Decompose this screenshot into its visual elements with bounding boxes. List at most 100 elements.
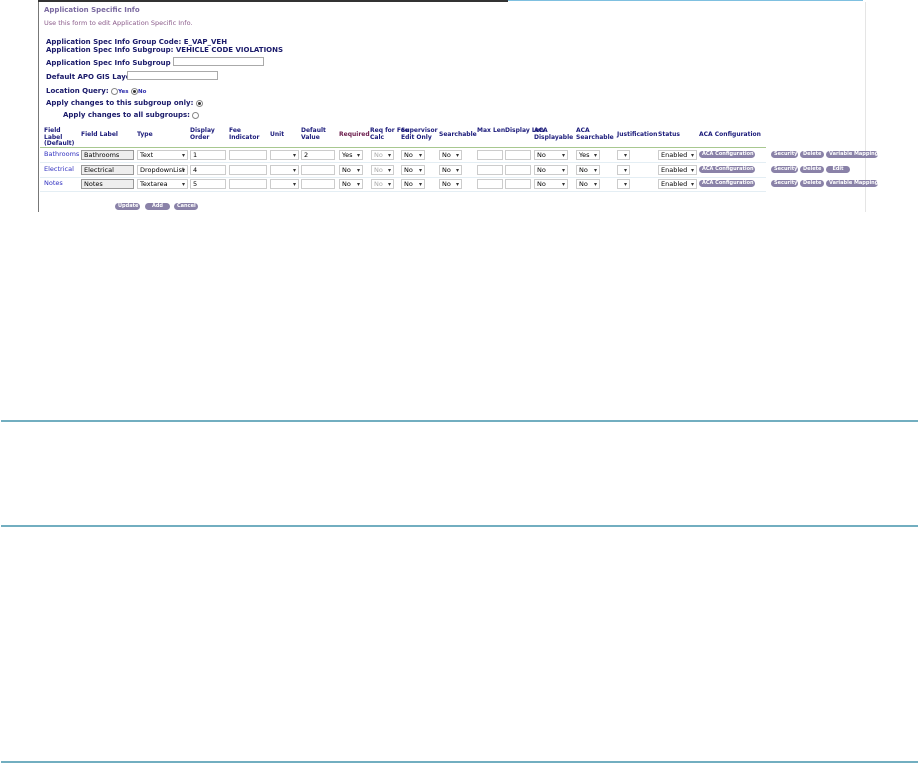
aca-displayable-select[interactable]: No: [534, 179, 568, 189]
type-select[interactable]: Textarea: [137, 179, 188, 189]
fee-indicator-input[interactable]: [229, 164, 267, 175]
apply-all-subgroups: Apply changes to all subgroups:: [63, 111, 200, 119]
group-code-value: E_VAP_VEH: [183, 38, 228, 46]
aca-configuration-button[interactable]: ACA Configuration: [699, 180, 755, 187]
field-default-label-link[interactable]: Bathrooms: [44, 150, 80, 160]
aca-configuration-button[interactable]: ACA Configuration: [699, 151, 755, 158]
field-default-label-link[interactable]: Electrical: [44, 165, 80, 175]
column-header: Searchable: [439, 131, 477, 138]
justification-select[interactable]: [617, 179, 630, 189]
searchable-select[interactable]: No: [439, 164, 462, 175]
field-label-input[interactable]: Electrical: [81, 164, 134, 175]
column-header: Type: [137, 131, 153, 138]
unit-select[interactable]: [270, 150, 299, 160]
default-value-input[interactable]: [301, 164, 335, 175]
gis-layer-input[interactable]: [127, 71, 218, 80]
field-label-input[interactable]: Notes: [81, 179, 134, 189]
required-select[interactable]: Yes: [339, 150, 363, 160]
header-divider: [40, 147, 766, 148]
required-select[interactable]: No: [339, 164, 363, 175]
divider: [1, 525, 918, 527]
unit-select[interactable]: [270, 164, 299, 175]
searchable-select[interactable]: No: [439, 150, 462, 160]
justification-select[interactable]: [617, 164, 630, 175]
display-order-input[interactable]: 5: [190, 179, 226, 189]
default-value-input[interactable]: 2: [301, 150, 335, 160]
delete-button[interactable]: Delete: [800, 180, 824, 187]
display-len-input[interactable]: [505, 179, 531, 189]
aca-configuration-button[interactable]: ACA Configuration: [699, 165, 755, 173]
aca-displayable-select[interactable]: No: [534, 150, 568, 160]
unit-select[interactable]: [270, 179, 299, 189]
location-query-label: Location Query:: [46, 87, 109, 95]
field-label-input[interactable]: Bathrooms: [81, 150, 134, 160]
delete-button[interactable]: Delete: [800, 151, 824, 158]
display-len-input[interactable]: [505, 164, 531, 175]
aca-searchable-select[interactable]: No: [576, 164, 600, 175]
security-button[interactable]: Security: [771, 165, 798, 173]
variable-mapping-button[interactable]: Variable Mapping: [826, 180, 878, 187]
column-header: Display Order: [190, 127, 215, 141]
type-select[interactable]: Text: [137, 150, 188, 160]
display-len-input[interactable]: [505, 150, 531, 160]
column-header: ACA Configuration: [699, 131, 761, 138]
gis-layer-label: Default APO GIS Layer:: [46, 73, 137, 81]
location-yes-radio[interactable]: [111, 87, 119, 95]
apply-this-subgroup: Apply changes to this subgroup only:: [46, 99, 203, 107]
security-button[interactable]: Security: [771, 151, 798, 158]
row-divider: [40, 191, 766, 192]
location-no-radio[interactable]: [130, 87, 138, 95]
apply-all-label: Apply changes to all subgroups:: [63, 111, 190, 119]
required-select[interactable]: No: [339, 179, 363, 189]
edit-button[interactable]: Edit: [826, 165, 850, 173]
subgroup: Application Spec Info Subgroup: VEHICLE …: [46, 46, 283, 54]
delete-button[interactable]: Delete: [800, 165, 824, 173]
row-divider: [40, 176, 766, 178]
fee-indicator-input[interactable]: [229, 150, 267, 160]
field-default-label-link[interactable]: Notes: [44, 179, 80, 189]
page-subtitle: Use this form to edit Application Specif…: [44, 19, 193, 27]
variable-mapping-button[interactable]: Variable Mapping: [826, 151, 878, 158]
max-len-input[interactable]: [477, 164, 503, 175]
status-select[interactable]: Enabled: [658, 150, 697, 160]
fee-indicator-input[interactable]: [229, 179, 267, 189]
column-header: Fee Indicator: [229, 127, 260, 141]
location-yes-label: Yes: [118, 89, 129, 95]
supervisor-edit-select[interactable]: No: [401, 150, 425, 160]
column-header: ACA Searchable: [576, 127, 614, 141]
aca-searchable-select[interactable]: No: [576, 179, 600, 189]
subgroup-alias-input[interactable]: [173, 57, 264, 66]
group-code-label: Application Spec Info Group Code:: [46, 38, 182, 46]
max-len-input[interactable]: [477, 150, 503, 160]
display-order-input[interactable]: 4: [190, 164, 226, 175]
subgroup-value: VEHICLE CODE VIOLATIONS: [175, 46, 284, 54]
row-divider: [40, 162, 766, 163]
display-order-input[interactable]: 1: [190, 150, 226, 160]
aca-searchable-select[interactable]: Yes: [576, 150, 600, 160]
type-select[interactable]: DropdownList: [137, 164, 188, 175]
security-button[interactable]: Security: [771, 180, 798, 187]
searchable-select[interactable]: No: [439, 179, 462, 189]
req-fee-calc-select[interactable]: No: [371, 150, 394, 160]
supervisor-edit-select[interactable]: No: [401, 179, 425, 189]
req-fee-calc-select[interactable]: No: [371, 164, 394, 175]
subgroup-label: Application Spec Info Subgroup:: [46, 46, 174, 54]
aca-displayable-select[interactable]: No: [534, 164, 568, 175]
column-header: Default Value: [301, 127, 326, 141]
req-fee-calc-select[interactable]: No: [371, 179, 394, 189]
status-select[interactable]: Enabled: [658, 179, 697, 189]
apply-this-radio[interactable]: [195, 99, 203, 107]
update-button[interactable]: Update: [115, 203, 140, 210]
divider: [1, 420, 918, 422]
supervisor-edit-select[interactable]: No: [401, 164, 425, 175]
column-header: Field Label: [81, 131, 118, 138]
column-header: Justification: [617, 131, 658, 138]
add-button[interactable]: Add: [145, 203, 170, 210]
apply-all-radio[interactable]: [192, 111, 200, 119]
status-select[interactable]: Enabled: [658, 164, 697, 175]
default-value-input[interactable]: [301, 179, 335, 189]
max-len-input[interactable]: [477, 179, 503, 189]
justification-select[interactable]: [617, 150, 630, 160]
apply-this-label: Apply changes to this subgroup only:: [46, 99, 194, 107]
cancel-button[interactable]: Cancel: [174, 203, 198, 210]
